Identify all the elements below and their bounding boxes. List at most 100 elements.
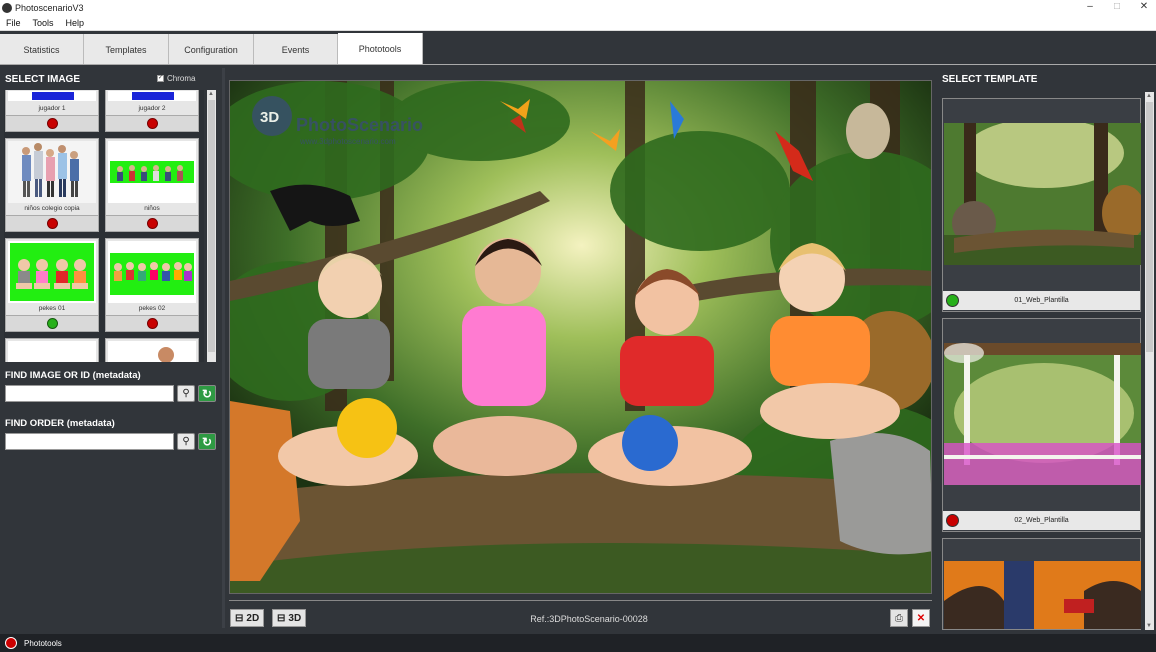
image-card-ninos[interactable]: niños	[105, 138, 199, 232]
select-image-title: SELECT IMAGE	[5, 74, 81, 85]
template-name: 01_Web_Plantilla	[1014, 297, 1069, 304]
status-green-icon	[47, 318, 58, 329]
thumbnail	[8, 141, 96, 203]
view-2d-button[interactable]: ⊟ 2D	[230, 609, 265, 627]
thumbnail	[108, 341, 196, 362]
scroll-up-icon[interactable]: ▲	[1146, 93, 1152, 99]
scrollbar-thumb[interactable]	[208, 100, 215, 352]
watermark-url: www.3dphotoscenario.com	[299, 137, 396, 146]
menu-file[interactable]: File	[0, 18, 27, 28]
template-card-01[interactable]: 01_Web_Plantilla	[942, 98, 1141, 312]
status-green-icon	[946, 294, 959, 307]
template-list-scrollbar[interactable]: ▲ ▼	[1145, 92, 1154, 630]
image-label: pekes 02	[138, 305, 166, 312]
status-red-icon	[47, 118, 58, 129]
thumbnail	[8, 341, 96, 362]
image-label: jugador 1	[38, 105, 66, 112]
find-order-input[interactable]	[5, 433, 174, 450]
scrollbar-thumb[interactable]	[1146, 102, 1153, 352]
watermark-text: PhotoScenario	[296, 115, 423, 135]
babies-photo-image	[110, 253, 194, 295]
babies-photo-image	[16, 259, 88, 289]
frame-icon: ⊟	[235, 612, 244, 624]
gazebo-template-image	[944, 343, 1141, 485]
scroll-down-icon[interactable]: ▼	[1146, 623, 1152, 629]
view-3d-button[interactable]: ⊟ 3D	[272, 609, 307, 627]
title-bar: PhotoscenarioV3 – □ ✕	[0, 0, 1156, 15]
jungle-template-image	[944, 123, 1141, 265]
jungle-scene-image: 3D PhotoScenario www.3dphotoscenario.com	[230, 81, 931, 593]
tab-phototools[interactable]: Phototools	[338, 33, 423, 65]
chroma-photo-image	[110, 161, 194, 183]
scroll-up-icon[interactable]: ▲	[208, 91, 214, 97]
thumbnail-image	[32, 92, 74, 100]
thumbnail	[108, 141, 196, 203]
view-2d-label: 2D	[246, 612, 260, 624]
menu-tools[interactable]: Tools	[27, 18, 60, 28]
status-bar: Phototools	[0, 634, 1156, 652]
kids-photo-image	[22, 143, 79, 197]
tab-events[interactable]: Events	[254, 34, 338, 65]
preview-divider	[229, 600, 932, 601]
template-status-bar: 02_Web_Plantilla	[943, 511, 1140, 530]
app-icon	[2, 2, 12, 13]
thumbnail-image	[158, 347, 174, 362]
image-label: jugador 2	[138, 105, 166, 112]
tab-templates[interactable]: Templates	[84, 34, 169, 65]
thumbnail	[108, 241, 196, 303]
refresh-icon[interactable]: ↻	[198, 433, 216, 450]
image-card-pekes-01[interactable]: pekes 01	[5, 238, 99, 332]
maximize-icon[interactable]: □	[1103, 0, 1131, 15]
close-icon[interactable]: ✕	[1130, 0, 1156, 15]
menu-help[interactable]: Help	[60, 18, 91, 28]
image-label: niños colegio copia	[24, 205, 80, 212]
template-card-02[interactable]: 02_Web_Plantilla	[942, 318, 1141, 532]
checkbox-icon[interactable]: ✓	[157, 75, 164, 82]
select-template-panel: SELECT TEMPLATE 01_Web_Plantilla 02_Web_…	[938, 68, 1156, 630]
image-card-jugador-2[interactable]: jugador 2	[105, 90, 199, 132]
delete-icon[interactable]: ✕	[912, 609, 930, 627]
reference-id: Ref.:3DPhotoScenario-00028	[530, 614, 648, 624]
image-card-partial[interactable]	[105, 338, 199, 362]
composite-preview[interactable]: 3D PhotoScenario www.3dphotoscenario.com	[229, 80, 932, 594]
image-list: jugador 1 jugador 2 niños colegio copia …	[4, 90, 204, 362]
panel-divider[interactable]	[222, 68, 225, 628]
frame-icon: ⊟	[277, 612, 286, 624]
image-card-ninos-colegio[interactable]: niños colegio copia	[5, 138, 99, 232]
window-title: PhotoscenarioV3	[15, 2, 84, 13]
status-red-icon	[47, 218, 58, 229]
thumbnail	[8, 91, 96, 101]
chroma-label: Chroma	[167, 74, 196, 83]
status-red-icon	[147, 318, 158, 329]
minimize-icon[interactable]: –	[1076, 0, 1104, 15]
select-image-panel: SELECT IMAGE ✓ Chroma jugador 1 jugador …	[0, 68, 222, 628]
refresh-icon[interactable]: ↻	[198, 385, 216, 402]
image-label: pekes 01	[38, 305, 66, 312]
image-card-partial[interactable]	[5, 338, 99, 362]
binoculars-icon[interactable]: ⚲	[177, 433, 195, 450]
tab-bar: Statistics Templates Configuration Event…	[0, 31, 1156, 65]
find-order-label: FIND ORDER (metadata)	[5, 418, 115, 429]
thumbnail	[8, 241, 96, 303]
find-image-input[interactable]	[5, 385, 174, 402]
binoculars-icon[interactable]: ⚲	[177, 385, 195, 402]
print-icon[interactable]: ⎙	[890, 609, 908, 627]
svg-text:3D: 3D	[260, 109, 279, 126]
image-card-pekes-02[interactable]: pekes 02	[105, 238, 199, 332]
chroma-checkbox[interactable]: ✓ Chroma	[157, 74, 195, 83]
thumbnail	[108, 91, 196, 101]
rhino-image	[830, 433, 931, 555]
thumbnail-image	[132, 92, 174, 100]
image-card-jugador-1[interactable]: jugador 1	[5, 90, 99, 132]
tab-divider	[0, 64, 1156, 65]
template-status-bar: 01_Web_Plantilla	[943, 291, 1140, 310]
record-icon	[5, 637, 17, 649]
tab-configuration[interactable]: Configuration	[169, 34, 254, 65]
select-template-title: SELECT TEMPLATE	[942, 74, 1038, 85]
tab-statistics[interactable]: Statistics	[0, 34, 84, 65]
menu-bar: File Tools Help	[0, 15, 1156, 31]
template-card-03[interactable]	[942, 538, 1141, 630]
image-list-scrollbar[interactable]: ▲	[207, 90, 216, 362]
status-label: Phototools	[24, 638, 62, 648]
monkey-image	[846, 103, 890, 159]
